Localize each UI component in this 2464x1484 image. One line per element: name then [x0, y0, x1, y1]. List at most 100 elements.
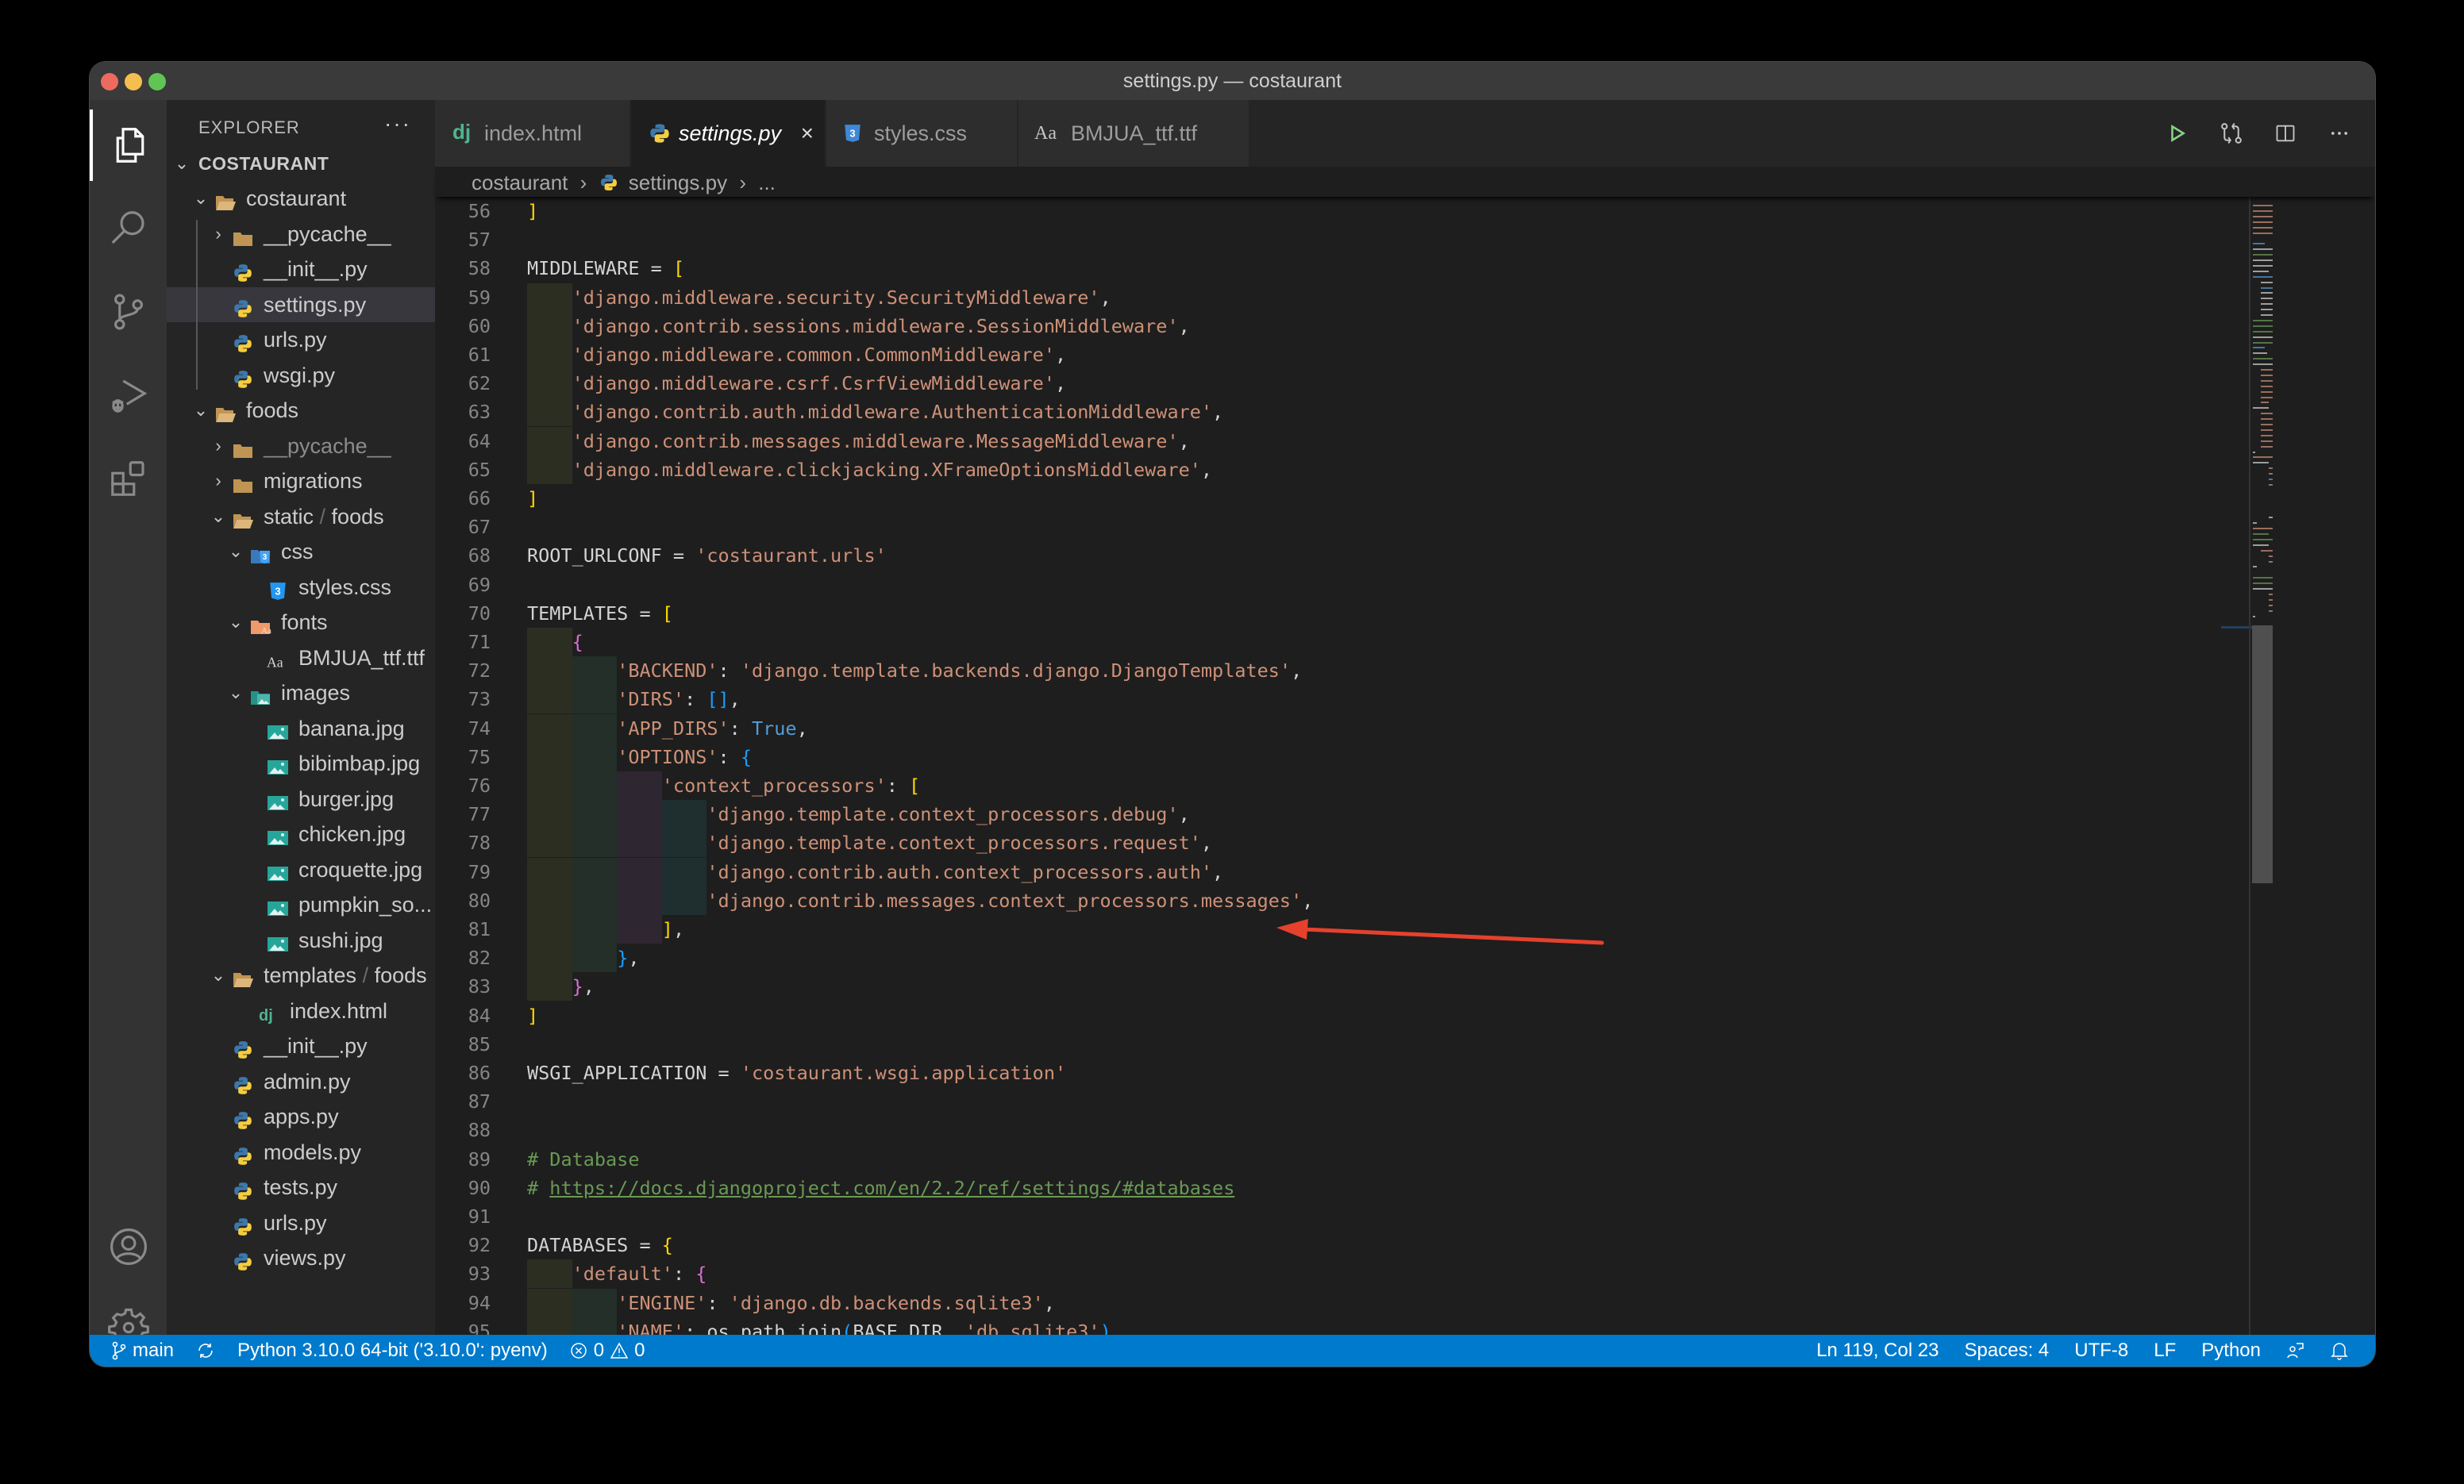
python-interpreter[interactable]: Python 3.10.0 64-bit ('3.10.0': pyenv) — [237, 1335, 548, 1367]
line-source: }, — [572, 975, 595, 998]
tree-file[interactable]: burger.jpg — [167, 782, 435, 817]
workspace-root[interactable]: ⌄ COSTAURANT — [167, 146, 435, 181]
tree-file[interactable]: settings.py — [167, 286, 435, 322]
compare-changes-icon[interactable] — [2220, 121, 2243, 146]
breadcrumb-symbol[interactable]: ... — [758, 171, 776, 194]
tree-file[interactable]: bibimbap.jpg — [167, 746, 435, 781]
account-icon[interactable] — [90, 1211, 167, 1282]
tab-bmjua-ttf[interactable]: Aa BMJUA_ttf.ttf — [1018, 100, 1249, 167]
language-mode[interactable]: Python — [2201, 1335, 2261, 1367]
python-icon — [650, 124, 669, 143]
code-line: 77 'django.template.context_processors.d… — [435, 800, 2273, 829]
line-source: ] — [527, 200, 539, 222]
python-file-icon — [232, 1248, 254, 1271]
tree-item-label: urls.py — [264, 1210, 327, 1235]
branch-indicator[interactable]: main — [112, 1335, 174, 1367]
tree-file[interactable]: wsgi.py — [167, 358, 435, 393]
line-source: ROOT_URLCONF = 'costaurant.urls' — [527, 544, 887, 567]
maximize-window-button[interactable] — [148, 73, 166, 90]
image-file-icon — [267, 894, 289, 916]
folder-open-icon — [232, 965, 254, 987]
explorer-icon[interactable] — [90, 110, 167, 181]
tree-folder[interactable]: ⌄ foods — [167, 393, 435, 428]
tree-folder[interactable]: ⌄ images — [167, 675, 435, 710]
scrollbar-thumb[interactable] — [2252, 625, 2273, 883]
tree-folder[interactable]: ⌄ costaurant — [167, 181, 435, 216]
chevron-down-icon: ⌄ — [210, 506, 226, 526]
tree-item-label: sushi.jpg — [298, 928, 383, 952]
line-number: 60 — [468, 314, 491, 337]
tree-file[interactable]: tests.py — [167, 1170, 435, 1205]
split-editor-icon[interactable] — [2273, 121, 2297, 146]
tree-folder[interactable]: ⌄ templates / foods — [167, 958, 435, 993]
code-line: 85 — [435, 1030, 2273, 1059]
tree-folder[interactable]: ⌄ 3 css — [167, 534, 435, 569]
python-file-icon — [232, 1071, 254, 1094]
extensions-icon[interactable] — [90, 443, 167, 514]
tree-item-label: pumpkin_so... — [298, 893, 433, 917]
code-line: 79 'django.contrib.auth.context_processo… — [435, 857, 2273, 886]
tree-folder[interactable]: › __pycache__ — [167, 217, 435, 252]
explorer-title: EXPLORER — [198, 117, 300, 137]
tree-file[interactable]: sushi.jpg — [167, 923, 435, 958]
warning-count: 0 — [634, 1340, 645, 1361]
tree-file[interactable]: 3 styles.css — [167, 570, 435, 605]
line-number: 76 — [468, 775, 491, 797]
tree-file[interactable]: chicken.jpg — [167, 817, 435, 852]
more-actions-icon[interactable] — [2327, 121, 2351, 146]
search-icon[interactable] — [90, 193, 167, 264]
tab-styles-css[interactable]: 3 styles.css — [826, 100, 1017, 167]
breadcrumb-folder[interactable]: costaurant — [472, 171, 568, 194]
cursor-position[interactable]: Ln 119, Col 23 — [1816, 1335, 1938, 1367]
close-tab-icon[interactable]: × — [801, 100, 814, 167]
minimize-window-button[interactable] — [125, 73, 142, 90]
tree-file[interactable]: apps.py — [167, 1099, 435, 1134]
tree-file[interactable]: __init__.py — [167, 1028, 435, 1063]
run-icon[interactable] — [2166, 121, 2189, 146]
tree-file[interactable]: Aa BMJUA_ttf.ttf — [167, 640, 435, 675]
vscode-window: settings.py — costaurant EXPLORER ··· ⌄ … — [90, 62, 2375, 1367]
tree-file[interactable]: __init__.py — [167, 252, 435, 286]
tree-folder[interactable]: ⌄ Aa fonts — [167, 605, 435, 640]
tree-file[interactable]: admin.py — [167, 1064, 435, 1099]
tree-folder[interactable]: › __pycache__ — [167, 429, 435, 463]
breadcrumb-file[interactable]: settings.py — [629, 171, 727, 194]
tree-folder[interactable]: › migrations — [167, 463, 435, 498]
tree-file[interactable]: urls.py — [167, 322, 435, 357]
explorer-more-actions-icon[interactable]: ··· — [384, 111, 411, 136]
line-number: 81 — [468, 918, 491, 940]
tree-file[interactable]: croquette.jpg — [167, 852, 435, 887]
line-number: 72 — [468, 659, 491, 682]
code-line: 93 'default': { — [435, 1259, 2273, 1289]
tab-index-html[interactable]: dj index.html — [435, 100, 629, 167]
tree-file[interactable]: views.py — [167, 1240, 435, 1275]
sync-button[interactable] — [196, 1341, 215, 1360]
code-line: 83 }, — [435, 972, 2273, 1002]
tree-folder[interactable]: ⌄ static / foods — [167, 499, 435, 534]
code-editor[interactable]: 56] 57 58 MIDDLEWARE = [59 'django.middlewa… — [435, 197, 2273, 1335]
chevron-right-icon: › — [215, 435, 221, 456]
tree-file[interactable]: banana.jpg — [167, 711, 435, 746]
encoding[interactable]: UTF-8 — [2074, 1335, 2128, 1367]
tree-item-label: static / foods — [264, 504, 384, 529]
close-window-button[interactable] — [101, 73, 118, 90]
source-control-icon[interactable] — [90, 276, 167, 348]
code-line: 89 # Database — [435, 1145, 2273, 1174]
tree-file[interactable]: dj index.html — [167, 994, 435, 1028]
indentation[interactable]: Spaces: 4 — [1965, 1335, 2050, 1367]
end-of-line[interactable]: LF — [2154, 1335, 2176, 1367]
feedback-button[interactable] — [2286, 1341, 2305, 1360]
image-file-icon — [267, 930, 289, 952]
notifications-button[interactable] — [2331, 1341, 2348, 1360]
line-source: 'DIRS': [], — [617, 688, 741, 711]
tab-settings-py[interactable]: settings.py × — [631, 100, 825, 167]
problems-indicator[interactable]: 0 0 — [570, 1335, 645, 1367]
line-source: 'django.contrib.messages.context_process… — [706, 889, 1314, 912]
run-debug-icon[interactable] — [90, 359, 167, 431]
tree-item-label: __init__.py — [264, 257, 368, 281]
vertical-scrollbar[interactable] — [2249, 197, 2273, 1335]
tree-file[interactable]: pumpkin_so... — [167, 887, 435, 922]
tree-file[interactable]: models.py — [167, 1135, 435, 1170]
folder-icon — [232, 224, 254, 246]
tree-file[interactable]: urls.py — [167, 1205, 435, 1240]
